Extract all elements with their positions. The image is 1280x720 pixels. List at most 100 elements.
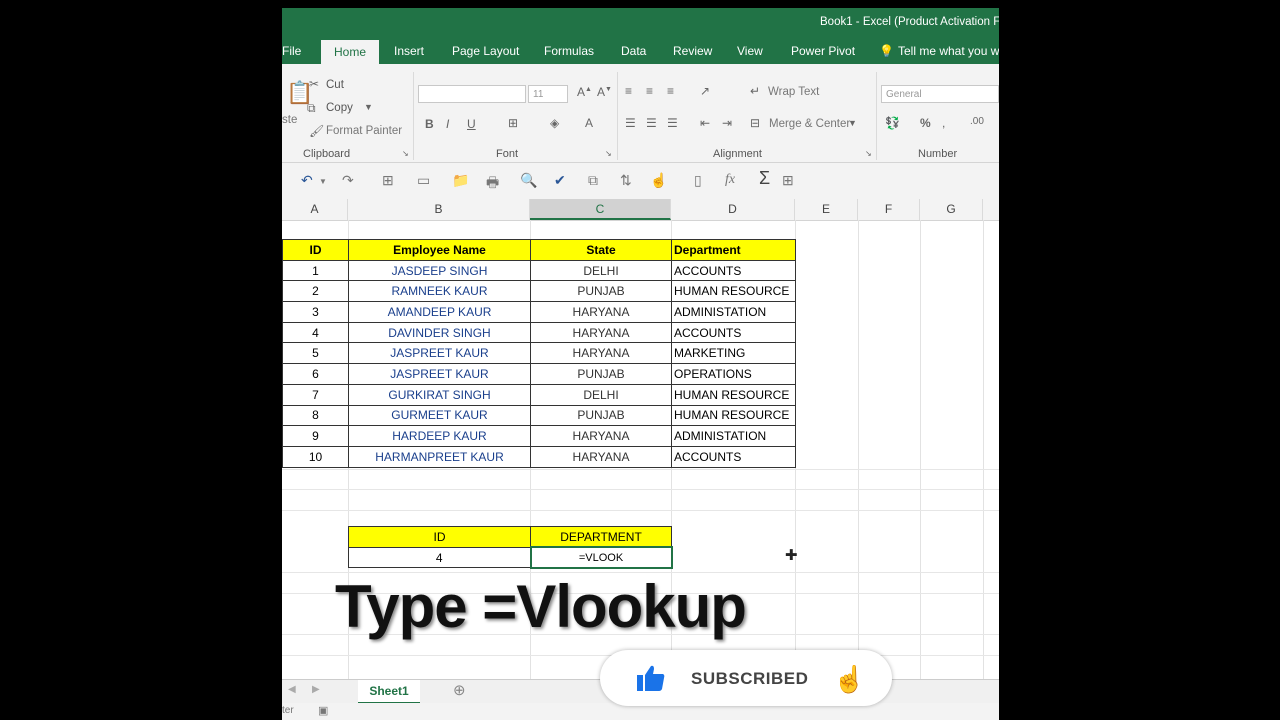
cell-id[interactable]: 3 <box>282 301 349 323</box>
cell-employee-name[interactable]: AMANDEEP KAUR <box>348 301 531 323</box>
header-cell-state[interactable]: State <box>530 239 672 261</box>
cell-department[interactable]: HUMAN RESOURCE <box>671 383 796 406</box>
column-header-g[interactable]: G <box>920 199 983 220</box>
cell-id[interactable]: 8 <box>282 404 349 427</box>
comma-style-icon[interactable]: , <box>942 116 945 130</box>
column-header-d[interactable]: D <box>671 199 795 220</box>
tab-home[interactable]: Home <box>321 40 380 64</box>
align-center-icon[interactable]: ☰ <box>646 116 657 130</box>
bold-button[interactable]: B <box>425 117 434 131</box>
cell-employee-name[interactable]: JASDEEP SINGH <box>348 259 531 282</box>
cell-state[interactable]: DELHI <box>530 259 672 282</box>
copy-button[interactable]: Copy <box>326 102 353 114</box>
column-header-a[interactable]: A <box>282 199 348 220</box>
header-cell-id[interactable]: ID <box>282 239 349 261</box>
cell-employee-name[interactable]: JASPREET KAUR <box>348 363 531 385</box>
cell-employee-name[interactable]: RAMNEEK KAUR <box>348 280 531 303</box>
blank-document-icon[interactable]: ▯ <box>694 172 702 189</box>
cell-department[interactable]: ACCOUNTS <box>671 259 796 282</box>
cell-department[interactable]: ADMINISTATION <box>671 425 796 447</box>
tab-file[interactable]: File <box>282 44 301 58</box>
cell-id[interactable]: 4 <box>282 321 349 344</box>
column-header-e[interactable]: E <box>795 199 858 220</box>
bottom-align-icon[interactable]: ≡ <box>667 84 674 98</box>
cell-id[interactable]: 1 <box>282 259 349 282</box>
cell-department[interactable]: HUMAN RESOURCE <box>671 404 796 427</box>
font-name-combo[interactable] <box>418 85 526 103</box>
formula-cell[interactable]: =VLOOK <box>529 546 673 569</box>
print-preview-icon[interactable]: 🔍 <box>520 172 537 189</box>
subscribed-label[interactable]: SUBSCRIBED <box>691 669 808 689</box>
print-icon[interactable]: 🖶 <box>486 172 499 196</box>
percent-button[interactable]: % <box>920 116 931 130</box>
open-icon[interactable]: 📁 <box>452 172 469 189</box>
tab-review[interactable]: Review <box>673 44 712 58</box>
autosum-icon[interactable]: Σ <box>759 168 770 189</box>
borders-icon[interactable]: ⊞ <box>508 116 518 130</box>
paste-label[interactable]: ste <box>282 114 297 126</box>
copy-qat-icon[interactable]: ⧉ <box>588 172 598 189</box>
cell-department[interactable]: ACCOUNTS <box>671 321 796 344</box>
new-icon[interactable]: ▭ <box>417 172 430 189</box>
lookup-header-department[interactable]: DEPARTMENT <box>530 526 672 548</box>
cell-id[interactable]: 10 <box>282 445 349 468</box>
cell-state[interactable]: HARYANA <box>530 321 672 344</box>
lookup-id-cell[interactable]: 4 <box>348 546 531 569</box>
cell-state[interactable]: HARYANA <box>530 425 672 447</box>
cell-employee-name[interactable]: GURMEET KAUR <box>348 404 531 427</box>
number-format-combo[interactable]: General <box>881 85 999 103</box>
fill-color-icon[interactable]: ◈ <box>550 116 559 130</box>
cell-id[interactable]: 5 <box>282 342 349 365</box>
font-color-icon[interactable]: A <box>585 116 593 130</box>
tell-me-search[interactable]: Tell me what you w <box>898 44 999 58</box>
clipboard-launcher-icon[interactable]: ↘ <box>402 149 409 158</box>
wrap-text-button[interactable]: Wrap Text <box>768 86 819 98</box>
cell-state[interactable]: PUNJAB <box>530 404 672 427</box>
decrease-indent-icon[interactable]: ⇤ <box>700 116 710 130</box>
cell-state[interactable]: HARYANA <box>530 342 672 365</box>
increase-decimal-icon[interactable]: .00 <box>970 116 984 127</box>
accounting-format-icon[interactable]: 💱 <box>885 116 900 130</box>
middle-align-icon[interactable]: ≡ <box>646 84 653 98</box>
undo-icon[interactable]: ↶ <box>301 172 313 189</box>
borders-qat-icon[interactable]: ⊞ <box>382 172 394 189</box>
cell-department[interactable]: HUMAN RESOURCE <box>671 280 796 303</box>
cell-employee-name[interactable]: HARDEEP KAUR <box>348 425 531 447</box>
cell-state[interactable]: DELHI <box>530 383 672 406</box>
decrease-font-icon[interactable]: A▼ <box>597 85 612 99</box>
spelling-icon[interactable]: ✔ <box>554 172 566 189</box>
increase-indent-icon[interactable]: ⇥ <box>722 116 732 130</box>
cell-department[interactable]: OPERATIONS <box>671 363 796 385</box>
align-left-icon[interactable]: ☰ <box>625 116 636 130</box>
cell-state[interactable]: PUNJAB <box>530 280 672 303</box>
header-cell-employee-name[interactable]: Employee Name <box>348 239 531 261</box>
more-commands-icon[interactable]: ⊞ <box>782 172 794 189</box>
cell-state[interactable]: PUNJAB <box>530 363 672 385</box>
column-header-f[interactable]: F <box>858 199 920 220</box>
column-header-b[interactable]: B <box>348 199 530 220</box>
cell-employee-name[interactable]: HARMANPREET KAUR <box>348 445 531 468</box>
cell-id[interactable]: 7 <box>282 383 349 406</box>
top-align-icon[interactable]: ≡ <box>625 84 632 98</box>
tab-formulas[interactable]: Formulas <box>544 44 594 58</box>
merge-center-button[interactable]: Merge & Center <box>769 118 850 130</box>
lookup-header-id[interactable]: ID <box>348 526 531 548</box>
copy-dropdown-icon[interactable]: ▼ <box>364 102 373 112</box>
underline-button[interactable]: U <box>467 117 476 131</box>
tab-data[interactable]: Data <box>621 44 646 58</box>
italic-button[interactable]: I <box>446 117 449 131</box>
sheet-tab-sheet1[interactable]: Sheet1 <box>358 680 420 704</box>
thumbs-up-icon[interactable] <box>636 664 666 692</box>
cell-employee-name[interactable]: DAVINDER SINGH <box>348 321 531 344</box>
cell-department[interactable]: MARKETING <box>671 342 796 365</box>
undo-dropdown-icon[interactable]: ▼ <box>319 177 327 186</box>
align-right-icon[interactable]: ☰ <box>667 116 678 130</box>
column-header-c[interactable]: C <box>530 199 671 220</box>
redo-icon[interactable]: ↷ <box>342 172 354 189</box>
subscribe-pill[interactable]: SUBSCRIBED ☝ <box>600 650 892 706</box>
cell-id[interactable]: 6 <box>282 363 349 385</box>
tab-page-layout[interactable]: Page Layout <box>452 44 519 58</box>
orientation-icon[interactable]: ↗ <box>700 84 710 98</box>
scroll-left-icon[interactable]: ◀ <box>288 684 296 695</box>
add-sheet-icon[interactable]: ⊕ <box>453 681 466 699</box>
